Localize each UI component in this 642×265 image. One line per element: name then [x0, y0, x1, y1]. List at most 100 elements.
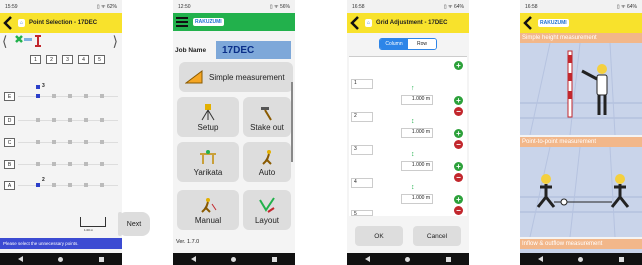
tile-label: Yarikata	[193, 167, 223, 177]
page-title: Point Selection - 17DEC	[29, 20, 98, 26]
grid-point[interactable]	[84, 118, 88, 122]
add-line-button[interactable]: +	[454, 129, 463, 138]
grid-line-number: 4	[351, 178, 373, 188]
distance-field[interactable]: 1.000 m	[401, 95, 433, 105]
nav-recents-icon[interactable]	[446, 256, 452, 262]
row-letter: E	[4, 92, 15, 101]
nav-home-icon[interactable]	[231, 256, 237, 262]
grid-point[interactable]	[84, 183, 88, 187]
simple-height-panel[interactable]: Simple height measurement	[520, 33, 642, 135]
grid-point[interactable]	[68, 162, 72, 166]
grid-point[interactable]	[52, 183, 56, 187]
status-bar: 15:59 ▯ ᯤ 62%	[0, 0, 122, 13]
nav-back-icon[interactable]	[17, 256, 23, 262]
grid-point[interactable]	[100, 183, 104, 187]
remove-line-button[interactable]: −	[454, 206, 463, 215]
remove-line-button[interactable]: −	[454, 107, 463, 116]
add-line-button[interactable]: +	[454, 162, 463, 171]
nav-home-icon[interactable]	[58, 256, 64, 262]
yarikata-tile[interactable]: Yarikata	[177, 142, 239, 182]
grid-point[interactable]	[68, 183, 72, 187]
grid-point[interactable]	[68, 118, 72, 122]
status-bar: 16:58 ▯ ᯤ 64%	[520, 0, 642, 13]
point-to-point-panel[interactable]: Point-to-point measurement	[520, 137, 642, 237]
grid-line-number: 2	[351, 112, 373, 122]
ok-button[interactable]: OK	[355, 226, 403, 246]
tile-label: Setup	[197, 122, 219, 132]
marker-label-bottom: 2	[42, 177, 45, 183]
nav-recents-icon[interactable]	[272, 256, 278, 262]
grid-line-number: 5	[351, 210, 373, 216]
grid-point[interactable]	[52, 118, 56, 122]
remove-line-button[interactable]: −	[454, 140, 463, 149]
back-button[interactable]	[2, 15, 14, 31]
nav-back-icon[interactable]	[364, 256, 370, 262]
next-arrow-icon[interactable]: ⟩	[113, 33, 118, 50]
nav-home-icon[interactable]	[405, 256, 411, 262]
status-icons: ▯ ᯤ 56%	[269, 3, 290, 10]
distance-field[interactable]: 1.000 m	[401, 194, 433, 204]
add-line-button[interactable]: +	[454, 195, 463, 204]
grid-point[interactable]	[36, 183, 40, 187]
grid-point[interactable]	[84, 162, 88, 166]
auto-tile[interactable]: Auto	[243, 142, 291, 182]
grid-point[interactable]	[36, 140, 40, 144]
grid-point[interactable]	[36, 118, 40, 122]
layout-tile[interactable]: Layout	[243, 190, 291, 230]
stake-out-tile[interactable]: Stake out	[243, 97, 291, 137]
inflow-outflow-panel[interactable]: Inflow & outflow measurement	[520, 239, 642, 253]
grid-point[interactable]	[100, 94, 104, 98]
back-button[interactable]	[349, 15, 361, 31]
manual-tile[interactable]: Manual	[177, 190, 239, 230]
page-title: Grid Adjustment - 17DEC	[376, 20, 448, 26]
distance-field[interactable]: 1.000 m	[401, 161, 433, 171]
grid-point[interactable]	[52, 94, 56, 98]
grid-point[interactable]	[52, 162, 56, 166]
ruler-triangle-icon	[185, 70, 203, 84]
grid-point[interactable]	[68, 94, 72, 98]
grid-point[interactable]	[52, 140, 56, 144]
grid-point[interactable]	[36, 162, 40, 166]
add-line-button[interactable]: +	[454, 96, 463, 105]
next-button-visible[interactable]: Next	[118, 212, 150, 236]
setup-tile[interactable]: Setup	[177, 97, 239, 137]
grid-point[interactable]	[100, 162, 104, 166]
nav-recents-icon[interactable]	[619, 256, 625, 262]
grid-point[interactable]	[84, 94, 88, 98]
point-to-point-illustration	[520, 146, 642, 237]
grid-editor: 1 2 3 4 5 1.000 m 1.000 m 1.000 m 1.000 …	[349, 56, 467, 216]
segment-column[interactable]: Column	[380, 39, 408, 49]
nav-back-icon[interactable]	[537, 256, 543, 262]
menu-icon[interactable]	[176, 17, 188, 27]
tripod-icon	[201, 103, 215, 120]
grid-point[interactable]	[100, 118, 104, 122]
grid-point[interactable]	[100, 140, 104, 144]
arrow-updown-icon: ↕	[411, 151, 415, 158]
scale-bar	[80, 217, 106, 227]
cancel-button[interactable]: Cancel	[413, 226, 461, 246]
remove-line-button[interactable]: −	[454, 173, 463, 182]
marker-label-top: 3	[42, 83, 45, 89]
tile-label: Stake out	[250, 122, 284, 132]
add-line-button[interactable]: +	[454, 61, 463, 70]
scrollbar[interactable]	[291, 82, 293, 162]
nav-home-icon[interactable]	[578, 256, 584, 262]
selected-point[interactable]	[36, 85, 40, 89]
point-pattern-icon[interactable]	[14, 34, 44, 48]
grid-point[interactable]	[36, 94, 40, 98]
back-button[interactable]	[522, 15, 534, 31]
grid-point[interactable]	[68, 140, 72, 144]
phone-measurement-menu: 16:58 ▯ ᯤ 64% RAKUZUMI Simple height meas…	[520, 0, 642, 265]
manual-icon	[201, 197, 217, 213]
job-name-field[interactable]: 17DEC	[216, 41, 291, 59]
simple-measurement-button[interactable]: Simple measurement	[179, 62, 293, 92]
segment-row[interactable]: Row	[408, 39, 436, 49]
tile-label: Layout	[254, 215, 280, 225]
app-logo: RAKUZUMI	[538, 19, 569, 27]
nav-back-icon[interactable]	[190, 256, 196, 262]
prev-arrow-icon[interactable]: ⟨	[2, 33, 7, 50]
distance-field[interactable]: 1.000 m	[401, 128, 433, 138]
grid-point[interactable]	[84, 140, 88, 144]
nav-recents-icon[interactable]	[99, 256, 105, 262]
col-number: 1	[30, 55, 41, 64]
